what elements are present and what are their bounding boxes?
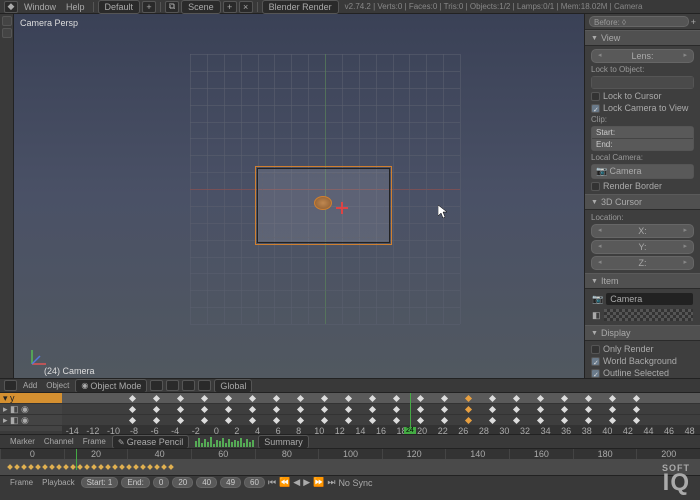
pivot-icon[interactable]	[166, 380, 179, 391]
before-field[interactable]: Before: ◊	[589, 16, 689, 27]
viewport-label: Camera Persp	[20, 18, 78, 28]
scene-dropdown[interactable]: Scene	[181, 0, 221, 14]
summary-toggle[interactable]: Summary	[258, 435, 309, 449]
clip-label: Clip:	[591, 115, 694, 124]
dopesheet[interactable]: ▾ y ▸ ◧ ◉ ▸ ◧ ◉ -14-12-10-8-6-4-20246810…	[0, 392, 700, 434]
world-bg-checkbox[interactable]	[591, 357, 600, 366]
cursor-z-field[interactable]: Z:	[591, 256, 694, 270]
track-row[interactable]: ▸ ◧ ◉	[0, 415, 62, 426]
tool-button[interactable]	[2, 16, 12, 26]
play-rev-icon[interactable]: ◀	[293, 477, 300, 488]
dopesheet-header: Marker Channel Frame ✎ Grease Pencil Sum…	[0, 434, 700, 448]
rewind-icon[interactable]: ⏮	[268, 477, 276, 488]
mouse-pointer-icon	[438, 205, 448, 219]
only-render-checkbox[interactable]	[591, 345, 600, 354]
start-frame-field[interactable]: Start: 1	[81, 477, 119, 488]
menu-object[interactable]: Object	[43, 380, 72, 391]
shading-icon[interactable]	[150, 380, 163, 391]
end-frame-field[interactable]: End:	[121, 477, 149, 488]
local-cam-field[interactable]: 📷 Camera	[592, 165, 693, 178]
checker-preview	[604, 309, 693, 321]
lock-object-label: Lock to Object:	[591, 65, 694, 74]
layers-icon[interactable]	[182, 380, 195, 391]
engine-dropdown[interactable]: Blender Render	[262, 0, 339, 14]
playhead[interactable]	[76, 449, 77, 470]
timeline-ruler[interactable]: -14-12-10-8-6-4-202468101214161820222628…	[62, 426, 700, 434]
camera-icon: 📷	[592, 294, 603, 305]
sync-dropdown[interactable]: No Sync	[338, 478, 372, 488]
render-border-checkbox[interactable]	[591, 182, 600, 191]
grease-dropdown[interactable]: ✎ Grease Pencil	[112, 435, 189, 449]
panel-3d-cursor[interactable]: 3D Cursor	[585, 194, 700, 210]
axis-gizmo-icon	[28, 344, 52, 368]
clip-start-field[interactable]: Start:	[592, 127, 693, 139]
prev-key-icon[interactable]: ⏪	[279, 477, 290, 488]
frame-field[interactable]: 20	[172, 477, 193, 488]
lock-camera-checkbox[interactable]	[591, 104, 600, 113]
frame-field[interactable]: 49	[220, 477, 241, 488]
layout-dropdown[interactable]: Default	[98, 0, 141, 14]
summary-track[interactable]: ▾ y	[0, 393, 62, 404]
bottom-ruler[interactable]: 020406080100120140160180200	[0, 449, 700, 459]
menu-playback[interactable]: Playback	[39, 477, 77, 488]
3d-cursor-icon	[336, 202, 348, 214]
menu-marker[interactable]: Marker	[7, 436, 38, 447]
stats-text: v2.74.2 | Verts:0 | Faces:0 | Tris:0 | O…	[345, 2, 643, 11]
frame-field[interactable]: 0	[153, 477, 169, 488]
track-row[interactable]: ▸ ◧ ◉	[0, 404, 62, 415]
frame-field[interactable]: 40	[196, 477, 217, 488]
location-label: Location:	[591, 213, 694, 222]
menu-help[interactable]: Help	[62, 1, 89, 13]
menu-add[interactable]: Add	[20, 380, 40, 391]
scene-del-icon[interactable]: ×	[239, 1, 253, 13]
tool-button[interactable]	[2, 28, 12, 38]
lock-object-field[interactable]	[592, 77, 693, 88]
top-menubar: ◆ Window Help Default + ⧉ Scene + × Blen…	[0, 0, 700, 14]
viewport-header: Add Object ◉ Object Mode Global	[0, 378, 700, 392]
cursor-y-field[interactable]: Y:	[591, 240, 694, 254]
timeline-footer: Frame Playback Start: 1 End: 0 20 40 49 …	[0, 475, 700, 489]
panel-item[interactable]: Item	[585, 273, 700, 289]
panel-view[interactable]: View	[585, 30, 700, 46]
playhead[interactable]: 24	[410, 393, 411, 434]
outline-sel-checkbox[interactable]	[591, 369, 600, 378]
orient-dropdown[interactable]: Global	[214, 379, 252, 393]
item-name[interactable]: Camera	[606, 293, 693, 305]
frame-field[interactable]: 60	[244, 477, 265, 488]
material-icon: ◧	[592, 310, 601, 321]
play-icon[interactable]: ▶	[303, 477, 310, 488]
audio-bars-icon	[195, 437, 255, 447]
next-key-icon[interactable]: ⏩	[313, 477, 324, 488]
mode-dropdown[interactable]: ◉ Object Mode	[75, 379, 147, 393]
3d-viewport[interactable]: Camera Persp (24) Camera	[14, 14, 584, 378]
scene-browse-icon[interactable]: ⧉	[165, 1, 179, 13]
forward-icon[interactable]: ⏭	[327, 477, 335, 488]
add-layout-icon[interactable]: +	[142, 1, 156, 13]
timeline-editor[interactable]: 020406080100120140160180200 Frame Playba…	[0, 448, 700, 484]
menu-frame[interactable]: Frame	[80, 436, 109, 447]
panel-display[interactable]: Display	[585, 325, 700, 341]
add-icon[interactable]: +	[691, 17, 696, 27]
scene-add-icon[interactable]: +	[223, 1, 237, 13]
menu-frame[interactable]: Frame	[7, 477, 36, 488]
menu-window[interactable]: Window	[20, 1, 60, 13]
viewport-footer: (24) Camera	[44, 366, 95, 376]
suzanne-mesh[interactable]	[314, 196, 332, 210]
clip-end-field[interactable]: End:	[592, 139, 693, 150]
cursor-x-field[interactable]: X:	[591, 224, 694, 238]
lock-cursor-checkbox[interactable]	[591, 92, 600, 101]
local-cam-label: Local Camera:	[591, 153, 694, 162]
properties-sidebar: Before: ◊ + View Lens: Lock to Object: L…	[584, 14, 700, 378]
editor-type-icon[interactable]	[4, 380, 17, 391]
snap-icon[interactable]	[198, 380, 211, 391]
blender-icon[interactable]: ◆	[4, 1, 18, 13]
watermark: SOFT IQ	[662, 464, 690, 494]
lens-field[interactable]: Lens:	[591, 49, 694, 63]
left-toolbar	[0, 14, 14, 378]
menu-channel[interactable]: Channel	[41, 436, 77, 447]
